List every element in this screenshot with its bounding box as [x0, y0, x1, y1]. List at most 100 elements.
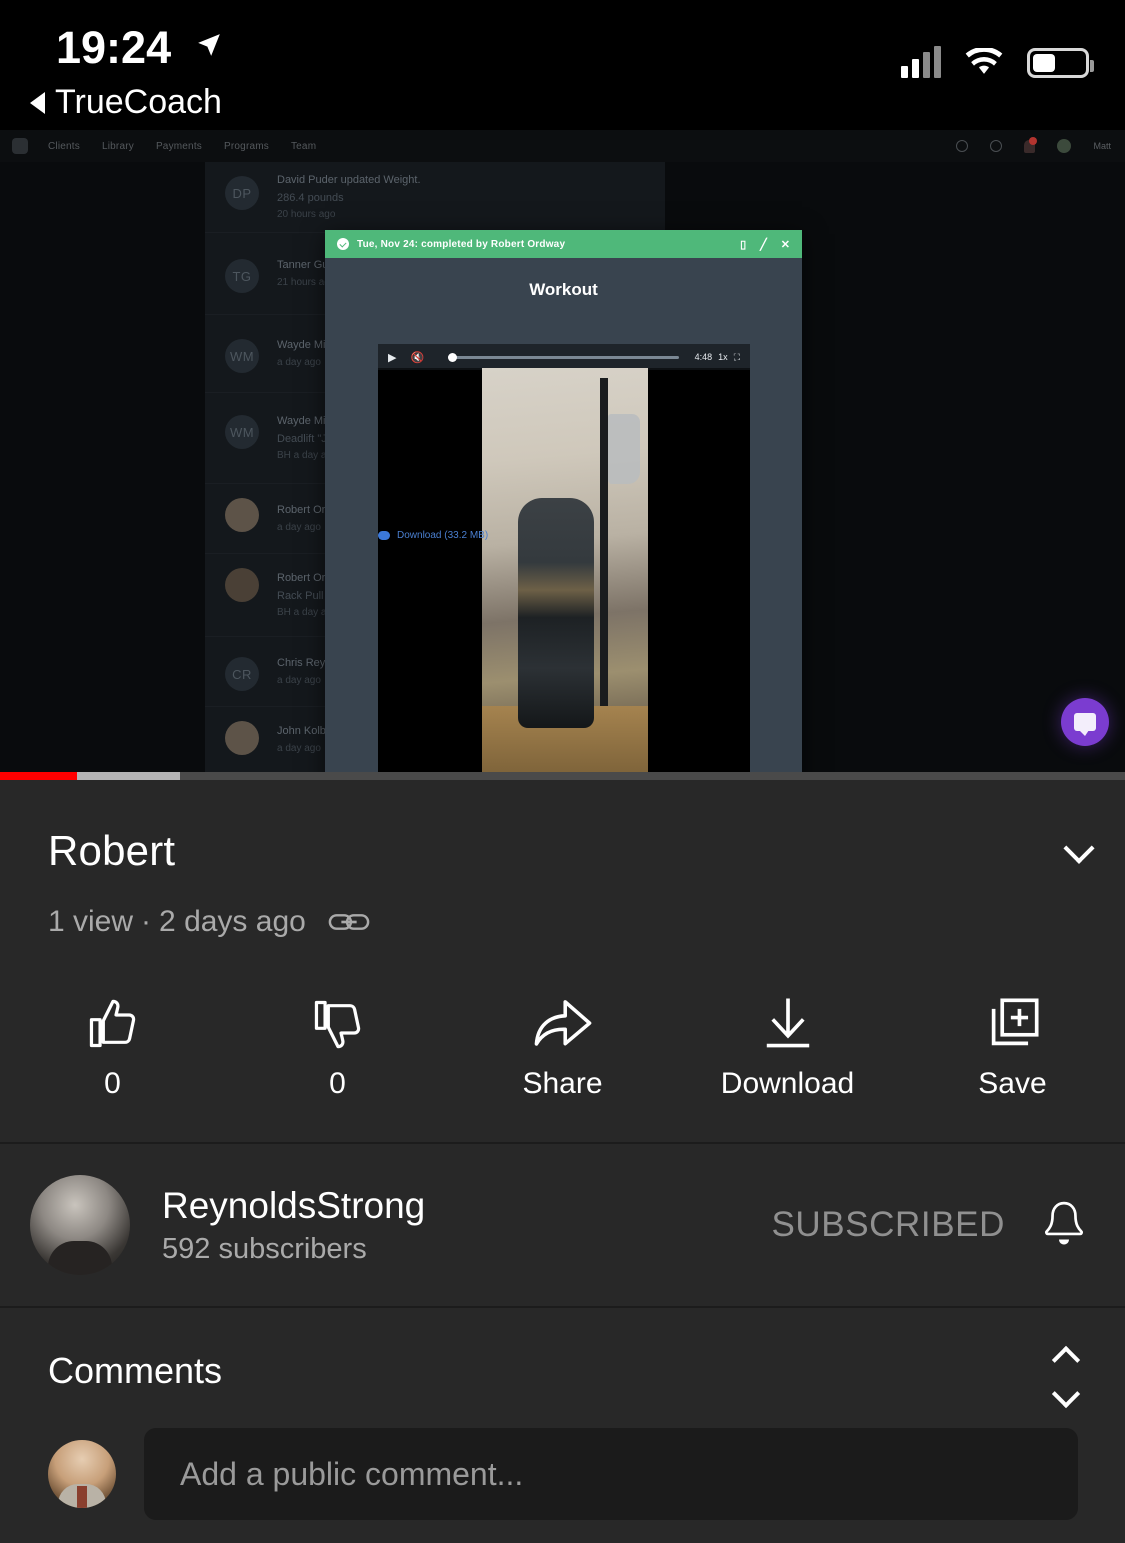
channel-info: ReynoldsStrong 592 subscribers — [162, 1185, 425, 1266]
back-to-truecoach-button[interactable]: TrueCoach — [30, 83, 222, 122]
fullscreen-icon: ⛶ — [733, 351, 740, 362]
channel-actions: SUBSCRIBED — [771, 1199, 1095, 1251]
video-progress-bar[interactable] — [0, 772, 1125, 780]
video-player[interactable]: Clients Library Payments Programs Team M… — [0, 130, 1125, 780]
location-arrow-icon — [198, 34, 220, 56]
cellular-signal-icon — [901, 46, 941, 78]
avatar[interactable] — [30, 1175, 130, 1275]
video-duration: 4:48 — [694, 352, 713, 362]
sort-comments-icon[interactable] — [1043, 1345, 1089, 1409]
comment-input[interactable]: Add a public comment... — [144, 1428, 1078, 1520]
search-icon — [956, 140, 969, 152]
download-link-1: Download (33.2 MB) — [378, 530, 750, 541]
notifications-icon — [1024, 136, 1038, 153]
download-button[interactable]: Download — [675, 995, 900, 1101]
download-link-label: Download (33.2 MB) — [397, 530, 489, 541]
back-app-label: TrueCoach — [55, 83, 222, 121]
view-count: 1 view — [48, 905, 134, 938]
download-label: Download — [720, 1067, 855, 1100]
intercom-chat-icon — [1061, 698, 1109, 746]
feed-timestamp: 20 hours ago — [277, 209, 336, 220]
avatar — [225, 498, 259, 532]
nav-item-clients: Clients — [48, 140, 80, 152]
subscriber-count: 592 subscribers — [162, 1232, 367, 1265]
dislike-button[interactable]: 0 — [225, 995, 450, 1101]
share-label: Share — [522, 1067, 603, 1100]
workout-video-frame — [482, 368, 648, 780]
nav-item-payments: Payments — [155, 140, 203, 152]
progress-played — [0, 772, 77, 780]
avatar — [225, 721, 259, 755]
truecoach-logo — [12, 138, 28, 154]
playback-speed: 1x — [718, 352, 728, 362]
save-playlist-icon — [985, 995, 1041, 1053]
avatar: DP — [225, 176, 259, 210]
towel — [608, 414, 640, 484]
wifi-icon — [965, 48, 1003, 74]
truecoach-avatar — [1057, 139, 1072, 153]
stats-separator: · — [141, 905, 152, 938]
nav-item-team: Team — [290, 140, 317, 152]
truecoach-nav-right: Matt — [956, 136, 1111, 153]
workout-modal-actions: ▯ ╱ ✕ — [740, 238, 790, 251]
battery-icon — [1027, 48, 1094, 78]
pencil-icon: ╱ — [760, 238, 767, 251]
comments-heading: Comments — [48, 1350, 223, 1391]
truecoach-topnav: Clients Library Payments Programs Team M… — [0, 130, 1125, 162]
save-label: Save — [978, 1067, 1047, 1100]
link-icon[interactable] — [328, 909, 370, 935]
messages-icon — [990, 140, 1003, 152]
clipboard-icon: ▯ — [740, 238, 747, 251]
truecoach-page-body: DP David Puder updated Weight. 286.4 pou… — [0, 162, 1125, 780]
mute-icon: 🔇 — [410, 351, 425, 364]
workout-modal-header: Tue, Nov 24: completed by Robert Ordway … — [325, 230, 802, 258]
back-triangle-icon — [30, 91, 45, 114]
channel-row[interactable]: ReynoldsStrong 592 subscribers SUBSCRIBE… — [0, 1144, 1125, 1306]
notification-bell-icon[interactable] — [1041, 1199, 1087, 1251]
chevron-up-icon — [1051, 1345, 1081, 1375]
workout-modal: Tue, Nov 24: completed by Robert Ordway … — [325, 230, 802, 780]
completed-check-icon — [337, 238, 349, 250]
video-action-bar: 0 0 Share Download Save — [0, 995, 1125, 1101]
status-bar-indicators — [901, 46, 1094, 78]
dislike-count: 0 — [329, 1067, 346, 1100]
share-button[interactable]: Share — [450, 995, 675, 1101]
channel-name: ReynoldsStrong — [162, 1184, 426, 1226]
youtube-video-page: 19:24 TrueCoach Clients Library Payments… — [0, 0, 1125, 1543]
cloud-download-icon — [378, 531, 390, 540]
add-comment-row: Add a public comment... — [48, 1428, 1078, 1520]
avatar: WM — [225, 339, 259, 373]
publish-date: 2 days ago — [159, 905, 306, 938]
nav-item-library: Library — [101, 140, 134, 152]
workout-modal-header-text: Tue, Nov 24: completed by Robert Ordway — [357, 238, 566, 250]
expand-description-button[interactable] — [1057, 832, 1101, 876]
chevron-down-icon — [1051, 1379, 1081, 1409]
nav-item-programs: Programs — [224, 140, 269, 152]
workout-modal-title: Workout — [529, 280, 598, 299]
save-button[interactable]: Save — [900, 995, 1125, 1101]
truecoach-user-menu: Matt — [1093, 141, 1111, 151]
comment-placeholder: Add a public comment... — [180, 1455, 524, 1492]
feed-line-primary: David Puder updated Weight. — [277, 174, 421, 186]
video-stats: 1 view · 2 days ago — [48, 905, 370, 939]
video-meta-section: Robert 1 view · 2 days ago 0 0 Share Dow… — [0, 780, 1125, 1142]
like-count: 0 — [104, 1067, 121, 1100]
avatar — [48, 1440, 116, 1508]
download-icon — [760, 995, 816, 1053]
ios-status-bar: 19:24 TrueCoach — [0, 0, 1125, 130]
workout-video-stage: ▶ 🔇 4:48 1x ⛶ ❙❙ � — [378, 344, 750, 780]
list-item: DP David Puder updated Weight. 286.4 pou… — [205, 162, 665, 233]
like-button[interactable]: 0 — [0, 995, 225, 1101]
video-controls-top: ▶ 🔇 4:48 1x ⛶ — [378, 344, 750, 370]
share-arrow-icon — [532, 995, 594, 1053]
avatar — [225, 568, 259, 602]
play-icon: ▶ — [388, 351, 397, 364]
chevron-down-icon — [1063, 832, 1095, 864]
thumbs-up-icon — [85, 995, 141, 1053]
comments-section: Comments Add a public comment... — [0, 1308, 1125, 1543]
subscribe-button[interactable]: SUBSCRIBED — [771, 1205, 1005, 1245]
avatar: CR — [225, 657, 259, 691]
thumbs-down-icon — [310, 995, 366, 1053]
status-bar-clock: 19:24 — [56, 22, 172, 73]
page-title: Robert — [48, 827, 176, 874]
